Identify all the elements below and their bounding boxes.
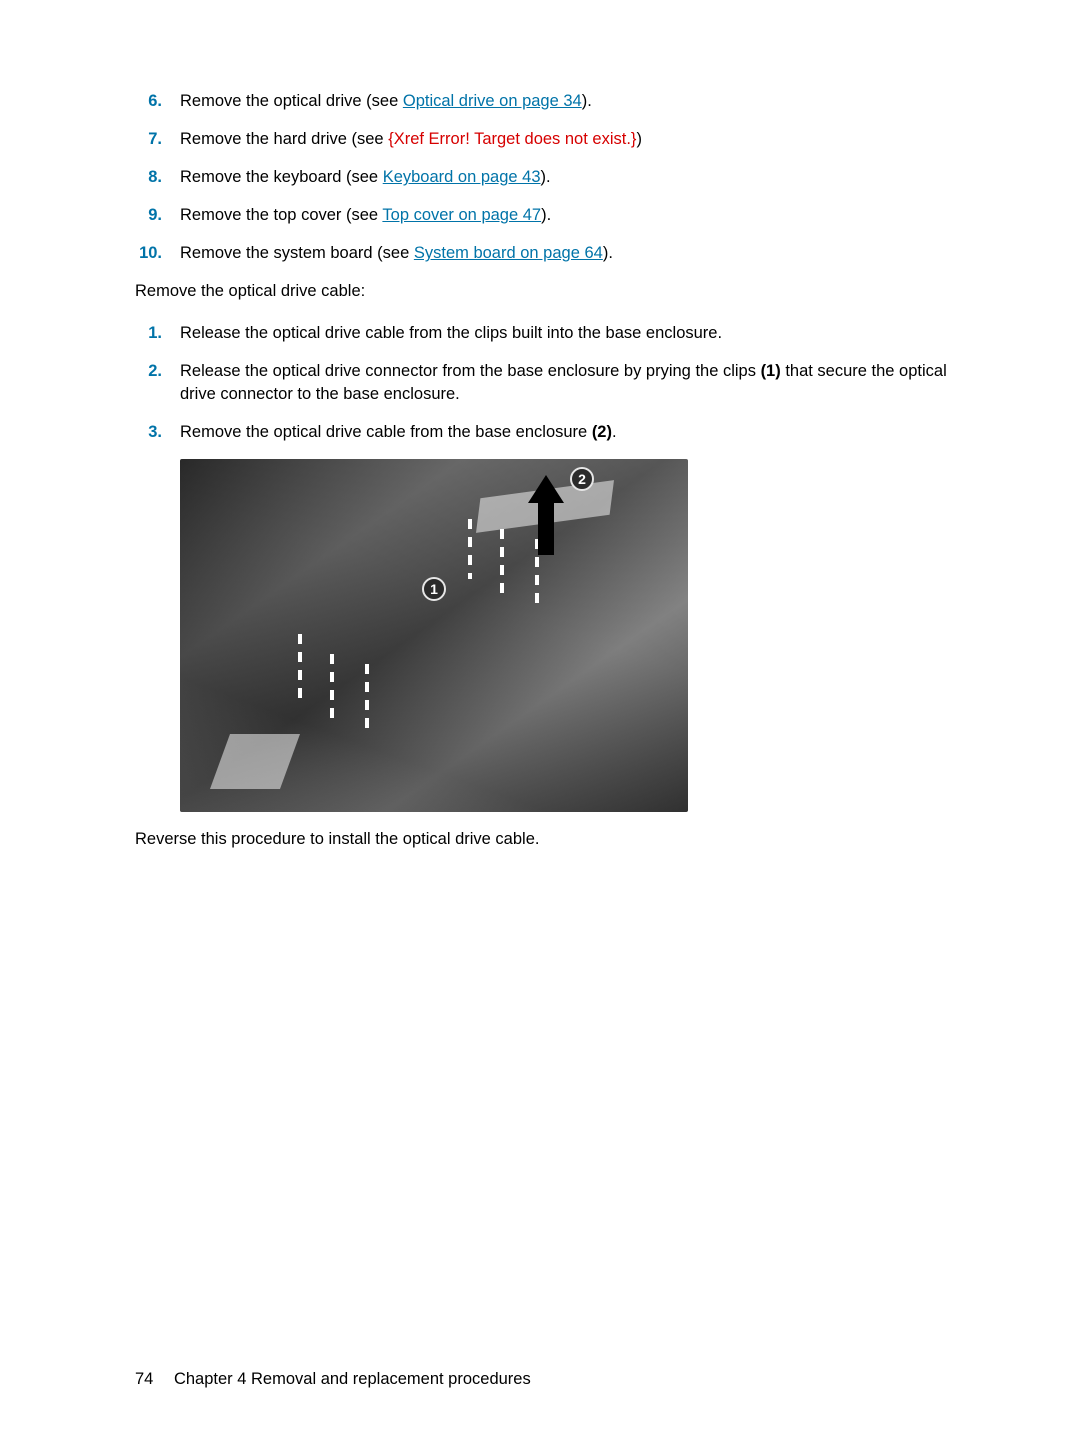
step-number: 9. [135,204,180,227]
step-number: 10. [135,242,180,265]
step-body: Release the optical drive cable from the… [180,322,960,345]
intro-paragraph: Remove the optical drive cable: [135,280,960,303]
list-item: 6. Remove the optical drive (see Optical… [135,90,960,113]
illustration-dash [298,634,302,704]
up-arrow-icon [528,475,564,555]
procedure-illustration: 1 2 [180,459,688,812]
step-number: 7. [135,128,180,151]
callout-2: 2 [570,467,594,491]
step-number: 8. [135,166,180,189]
list-item: 3. Remove the optical drive cable from t… [135,421,960,444]
list-item: 7. Remove the hard drive (see {Xref Erro… [135,128,960,151]
illustration-dash [468,519,472,579]
callout-ref: (2) [592,423,612,441]
page-content: 6. Remove the optical drive (see Optical… [0,0,1080,851]
step-body: Remove the keyboard (see Keyboard on pag… [180,166,960,189]
illustration-dash [330,654,334,724]
step-number: 3. [135,421,180,444]
step-body: Remove the optical drive cable from the … [180,421,960,444]
illustration-dash [365,664,369,729]
list-item: 10. Remove the system board (see System … [135,242,960,265]
step-number: 6. [135,90,180,113]
list-item: 8. Remove the keyboard (see Keyboard on … [135,166,960,189]
xref-error: {Xref Error! Target does not exist.} [388,130,636,148]
xref-link[interactable]: Keyboard on page 43 [383,168,541,186]
page-number: 74 [135,1370,153,1389]
xref-link[interactable]: Optical drive on page 34 [403,92,582,110]
list-item: 9. Remove the top cover (see Top cover o… [135,204,960,227]
xref-link[interactable]: System board on page 64 [414,244,603,262]
page-footer: 74 Chapter 4 Removal and replacement pro… [135,1370,531,1389]
closing-paragraph: Reverse this procedure to install the op… [135,828,960,851]
prereq-steps-list: 6. Remove the optical drive (see Optical… [135,90,960,265]
xref-link[interactable]: Top cover on page 47 [382,206,541,224]
callout-1: 1 [422,577,446,601]
list-item: 2. Release the optical drive connector f… [135,360,960,406]
illustration-dash [500,529,504,599]
step-body: Release the optical drive connector from… [180,360,960,406]
procedure-steps-list: 1. Release the optical drive cable from … [135,322,960,444]
callout-ref: (1) [761,362,781,380]
step-body: Remove the hard drive (see {Xref Error! … [180,128,960,151]
step-number: 1. [135,322,180,345]
step-body: Remove the optical drive (see Optical dr… [180,90,960,113]
chapter-title: Chapter 4 Removal and replacement proced… [174,1370,531,1388]
step-body: Remove the top cover (see Top cover on p… [180,204,960,227]
step-body: Remove the system board (see System boar… [180,242,960,265]
step-number: 2. [135,360,180,406]
list-item: 1. Release the optical drive cable from … [135,322,960,345]
